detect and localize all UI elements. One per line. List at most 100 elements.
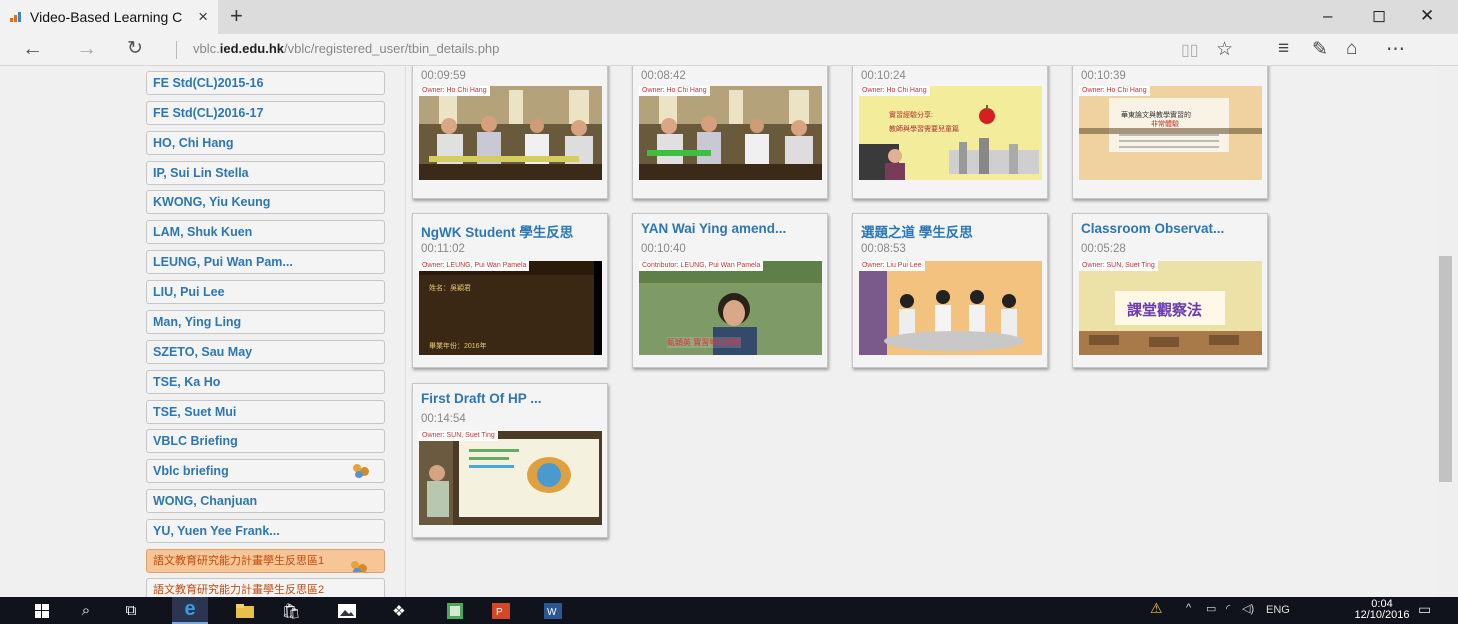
wifi-icon[interactable]: ◜	[1226, 602, 1230, 615]
notifications-icon[interactable]: ▭	[1418, 601, 1431, 618]
task-view-icon[interactable]: ⧉	[120, 597, 142, 624]
app-icon[interactable]	[440, 597, 470, 624]
web-note-icon[interactable]: ✎	[1312, 38, 1328, 61]
video-card[interactable]: 00:10:39 Owner: Ho Chi Hang 華東論文與教學實習的 非…	[1072, 66, 1268, 199]
sidebar-item[interactable]: WONG, Chanjuan	[146, 489, 385, 513]
chevron-up-icon[interactable]: ^	[1186, 602, 1191, 614]
slide-text: 非常體驗	[1151, 121, 1179, 128]
svg-text:P: P	[496, 607, 503, 618]
reading-view-icon[interactable]: ▯▯	[1181, 40, 1199, 60]
video-title[interactable]: First Draft Of HP ...	[421, 391, 603, 406]
video-grid: 00:09:59 Owner: Ho Chi Hang 00:08:42 Own…	[406, 66, 1436, 597]
address-bar[interactable]: vblc.ied.edu.hk/vblc/registered_user/tbi…	[176, 41, 499, 59]
video-duration: 00:08:42	[641, 70, 686, 82]
sidebar-item[interactable]: IP, Sui Lin Stella	[146, 161, 385, 185]
caption-text: 甄穎英 實習學校經驗	[667, 337, 742, 348]
video-title[interactable]: 選題之道 學生反思	[861, 221, 1043, 241]
browser-tab[interactable]: Video-Based Learning C ×	[0, 0, 218, 34]
sidebar-item[interactable]: HO, Chi Hang	[146, 131, 385, 155]
slide-text: 教師與學習需要兒童篇	[889, 126, 959, 133]
video-thumbnail[interactable]: Owner: Ho Chi Hang 實習經驗分享: 教師與學習需要兒童篇	[859, 86, 1042, 180]
sidebar-item[interactable]: LEUNG, Pui Wan Pam...	[146, 250, 385, 274]
video-thumbnail[interactable]: Owner: LEUNG, Pui Wan Pamela 姓名：吳穎君 畢業年份…	[419, 261, 602, 355]
sidebar-item[interactable]: LIU, Pui Lee	[146, 280, 385, 304]
tab-title: Video-Based Learning C	[30, 9, 183, 25]
video-card[interactable]: 00:09:59 Owner: Ho Chi Hang	[412, 66, 608, 199]
video-thumbnail[interactable]: Owner: Ho Chi Hang 華東論文與教學實習的 非常體驗	[1079, 86, 1262, 180]
photos-icon[interactable]	[332, 597, 362, 624]
svg-text:W: W	[547, 607, 557, 618]
refresh-icon[interactable]: ↻	[127, 37, 143, 60]
tab-close-icon[interactable]: ×	[198, 7, 208, 27]
video-thumbnail[interactable]: Contributor: LEUNG, Pui Wan Pamela 甄穎英 實…	[639, 261, 822, 355]
sidebar-item[interactable]: SZETO, Sau May	[146, 340, 385, 364]
new-tab-button[interactable]: +	[230, 3, 243, 29]
dropbox-icon[interactable]: ❖	[384, 597, 414, 624]
video-card[interactable]: First Draft Of HP ... 00:14:54 Owner: SU…	[412, 383, 608, 538]
video-owner: Owner: SUN, Suet Ting	[1079, 261, 1158, 271]
video-owner: Owner: Ho Chi Hang	[1079, 86, 1150, 96]
close-window-button[interactable]: ✕	[1420, 6, 1434, 26]
title-slide-image	[1079, 86, 1262, 180]
video-thumbnail[interactable]: Owner: Liu Pui Lee	[859, 261, 1042, 355]
language-indicator[interactable]: ENG	[1266, 604, 1290, 616]
sidebar-item[interactable]: TSE, Suet Mui	[146, 400, 385, 424]
video-thumbnail[interactable]: Owner: Ho Chi Hang	[639, 86, 822, 180]
video-duration: 00:10:24	[861, 70, 906, 82]
video-owner: Owner: SUN, Suet Ting	[419, 431, 498, 441]
students-scene-image	[859, 261, 1042, 355]
sidebar-item[interactable]: Man, Ying Ling	[146, 310, 385, 334]
warning-icon[interactable]: ⚠	[1150, 600, 1163, 617]
video-thumbnail[interactable]: Owner: SUN, Suet Ting	[419, 431, 602, 525]
video-title[interactable]: Classroom Observat...	[1081, 221, 1263, 236]
video-thumbnail[interactable]: Owner: SUN, Suet Ting 課堂觀察法	[1079, 261, 1262, 355]
scrollbar-thumb[interactable]	[1439, 256, 1452, 482]
forward-arrow-icon[interactable]: →	[76, 37, 97, 61]
sidebar-item[interactable]: YU, Yuen Yee Frank...	[146, 519, 385, 543]
video-title[interactable]: NgWK Student 學生反思	[421, 221, 603, 241]
volume-icon[interactable]: ◁)	[1242, 602, 1254, 615]
sidebar-item[interactable]: 語文教育研究能力計畫學生反思區2	[146, 578, 385, 597]
video-card[interactable]: NgWK Student 學生反思 00:11:02 Owner: LEUNG,…	[412, 213, 608, 368]
sidebar-item[interactable]: FE Std(CL)2016-17	[146, 101, 385, 125]
more-menu-icon[interactable]: ⋯	[1386, 38, 1405, 61]
navigation-bar: ← → ↻ vblc.ied.edu.hk/vblc/registered_us…	[0, 34, 1458, 66]
start-windows-icon[interactable]	[32, 597, 52, 624]
battery-icon[interactable]: ▭	[1206, 602, 1216, 615]
maximize-button[interactable]: ◻	[1372, 6, 1386, 26]
video-duration: 00:10:40	[641, 243, 686, 255]
sidebar-item-selected[interactable]: 語文教育研究能力計畫學生反思區1	[146, 549, 385, 573]
video-card[interactable]: Classroom Observat... 00:05:28 Owner: SU…	[1072, 213, 1268, 368]
video-title[interactable]: YAN Wai Ying amend...	[641, 221, 823, 236]
edge-browser-icon[interactable]: e	[172, 597, 208, 624]
share-icon[interactable]: ⌂	[1346, 38, 1357, 60]
video-thumbnail[interactable]: Owner: Ho Chi Hang	[419, 86, 602, 180]
video-duration: 00:10:39	[1081, 70, 1126, 82]
powerpoint-icon[interactable]: P	[486, 597, 516, 624]
slide-text: 畢業年份：2016年	[429, 343, 487, 350]
sidebar-item[interactable]: VBLC Briefing	[146, 429, 385, 453]
sidebar-item[interactable]: TSE, Ka Ho	[146, 370, 385, 394]
search-icon[interactable]: ⌕	[76, 597, 96, 624]
store-icon[interactable]: 🛍	[276, 597, 306, 624]
title-bar: Video-Based Learning C × + – ◻ ✕	[0, 0, 1458, 34]
sidebar-item[interactable]: LAM, Shuk Kuen	[146, 220, 385, 244]
hub-icon[interactable]: ≡	[1278, 38, 1289, 60]
video-card[interactable]: 00:10:24 Owner: Ho Chi Hang 實習經驗分享: 教師與學…	[852, 66, 1048, 199]
back-arrow-icon[interactable]: ←	[22, 37, 43, 61]
slide-text: 課堂觀察法	[1127, 302, 1203, 319]
sidebar-item[interactable]: FE Std(CL)2015-16	[146, 71, 385, 95]
file-explorer-icon[interactable]	[230, 597, 260, 624]
video-owner: Owner: Ho Chi Hang	[639, 86, 710, 96]
video-card[interactable]: YAN Wai Ying amend... 00:10:40 Contribut…	[632, 213, 828, 368]
sidebar-item[interactable]: KWONG, Yiu Keung	[146, 190, 385, 214]
favorite-star-icon[interactable]: ☆	[1216, 38, 1233, 61]
video-duration: 00:09:59	[421, 70, 466, 82]
video-card[interactable]: 00:08:42 Owner: Ho Chi Hang	[632, 66, 828, 199]
system-clock[interactable]: 0:04 12/10/2016	[1354, 599, 1410, 621]
sidebar-item-shared[interactable]: Vblc briefing	[146, 459, 385, 483]
minimize-button[interactable]: –	[1323, 6, 1332, 26]
shared-group-icon	[352, 463, 370, 479]
word-icon[interactable]: W	[538, 597, 568, 624]
video-card[interactable]: 選題之道 學生反思 00:08:53 Owner: Liu Pui Lee	[852, 213, 1048, 368]
